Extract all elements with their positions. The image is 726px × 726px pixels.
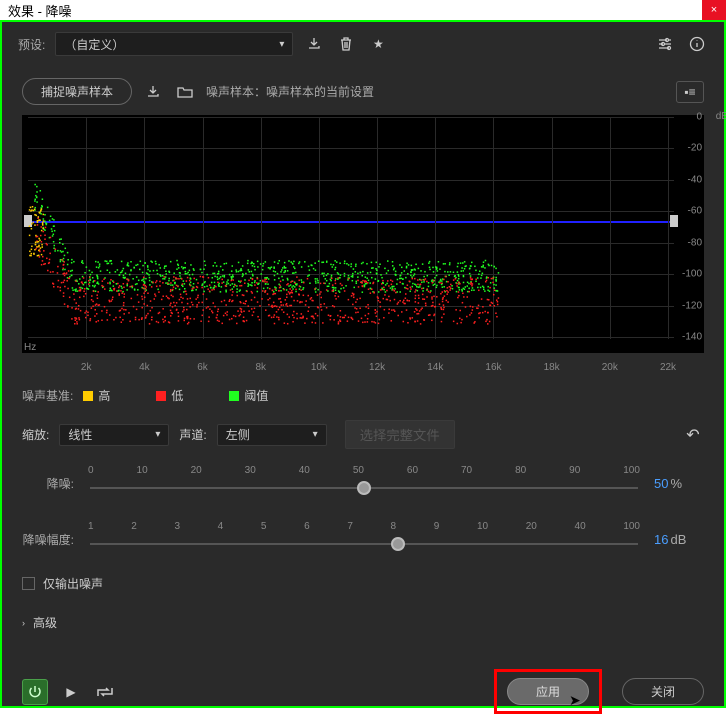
settings-icon[interactable] — [654, 33, 676, 55]
preset-select[interactable]: （自定义） ▾ — [55, 32, 293, 56]
advanced-label: 高级 — [33, 614, 57, 631]
advanced-toggle[interactable]: › 高级 — [22, 600, 704, 645]
x-axis-unit: Hz — [24, 342, 36, 353]
slider2-value[interactable]: 16 — [654, 532, 668, 547]
close-button[interactable]: × — [702, 0, 726, 20]
slider-thumb[interactable] — [391, 537, 405, 551]
select-full-button: 选择完整文件 — [345, 420, 455, 449]
slider-thumb[interactable] — [357, 481, 371, 495]
amplitude-slider[interactable]: 123456789102040100 — [84, 521, 644, 557]
scale-label: 缩放: — [22, 426, 49, 443]
legend-swatch-low — [156, 391, 166, 401]
sample-label: 噪声样本：噪声样本的当前设置 — [206, 83, 374, 100]
apply-highlight: 应用 ➤ — [494, 669, 602, 714]
scale-select[interactable]: 线性▾ — [59, 424, 169, 446]
channel-select[interactable]: 左侧▾ — [217, 424, 327, 446]
close-dialog-button[interactable]: 关闭 — [622, 678, 704, 705]
legend-low: 低 — [171, 387, 183, 404]
reset-icon[interactable]: ↶ — [682, 424, 704, 446]
dialog-body: 预设: （自定义） ▾ ★ 捕捉噪声样本 噪声样本：噪声样本的当前设置 ▪≡ d… — [0, 20, 726, 708]
noise-chart[interactable]: dB Hz 0-20-40-60-80-100-120-140 — [22, 115, 704, 353]
slider1-label: 降噪: — [22, 475, 74, 492]
output-noise-row: 仅输出噪声 — [22, 567, 704, 600]
slider1-value[interactable]: 50 — [654, 476, 668, 491]
legend-row: 噪声基准: 高 低 阈值 — [22, 373, 704, 414]
preset-value: （自定义） — [64, 36, 124, 53]
reduction-slider[interactable]: 0102030405060708090100 — [84, 465, 644, 501]
output-noise-checkbox[interactable] — [22, 577, 35, 590]
footer: ▶ 应用 ➤ 关闭 — [2, 657, 724, 726]
loop-icon[interactable] — [94, 681, 116, 703]
load-sample-icon[interactable] — [142, 81, 164, 103]
window: 效果 - 降噪 × 预设: （自定义） ▾ ★ 捕捉噪声样本 噪声样本：噪声样本… — [0, 0, 726, 708]
menu-icon[interactable]: ▪≡ — [676, 81, 704, 103]
legend-high: 高 — [98, 387, 110, 404]
threshold-line[interactable] — [28, 221, 674, 223]
y-axis-unit: dB — [716, 111, 726, 122]
cursor-icon: ➤ — [569, 692, 581, 709]
presets-row: 预设: （自定义） ▾ ★ — [2, 22, 724, 66]
threshold-handle-left[interactable] — [24, 215, 32, 227]
checkbox-label: 仅输出噪声 — [43, 575, 103, 592]
titlebar: 效果 - 降噪 × — [0, 0, 726, 20]
amplitude-slider-row: 降噪幅度: 123456789102040100 16dB — [22, 511, 704, 567]
favorite-icon[interactable]: ★ — [367, 33, 389, 55]
preset-label: 预设: — [18, 36, 45, 53]
save-preset-icon[interactable] — [303, 33, 325, 55]
info-icon[interactable] — [686, 33, 708, 55]
reduction-slider-row: 降噪: 0102030405060708090100 50% — [22, 455, 704, 511]
scale-row: 缩放: 线性▾ 声道: 左侧▾ 选择完整文件 ↶ — [22, 414, 704, 455]
content: 捕捉噪声样本 噪声样本：噪声样本的当前设置 ▪≡ dB Hz 0-20-40-6… — [2, 66, 724, 657]
threshold-handle-right[interactable] — [670, 215, 678, 227]
play-icon[interactable]: ▶ — [60, 681, 82, 703]
slider2-label: 降噪幅度: — [22, 531, 74, 548]
power-button[interactable] — [22, 679, 48, 705]
chevron-down-icon: ▾ — [279, 39, 284, 50]
chevron-down-icon: ▾ — [155, 429, 160, 440]
window-title: 效果 - 降噪 — [8, 1, 72, 20]
legend-swatch-high — [83, 391, 93, 401]
capture-noise-button[interactable]: 捕捉噪声样本 — [22, 78, 132, 105]
legend-thresh: 阈值 — [244, 387, 268, 404]
folder-icon[interactable] — [174, 81, 196, 103]
legend-label: 噪声基准: — [22, 387, 73, 404]
capture-row: 捕捉噪声样本 噪声样本：噪声样本的当前设置 ▪≡ — [22, 78, 704, 105]
delete-preset-icon[interactable] — [335, 33, 357, 55]
chevron-down-icon: ▾ — [313, 429, 318, 440]
chevron-right-icon: › — [22, 618, 25, 628]
legend-swatch-thresh — [229, 391, 239, 401]
channel-label: 声道: — [179, 426, 206, 443]
x-axis-labels: 2k4k6k8k10k12k14k16k18k20k22k — [28, 357, 674, 373]
